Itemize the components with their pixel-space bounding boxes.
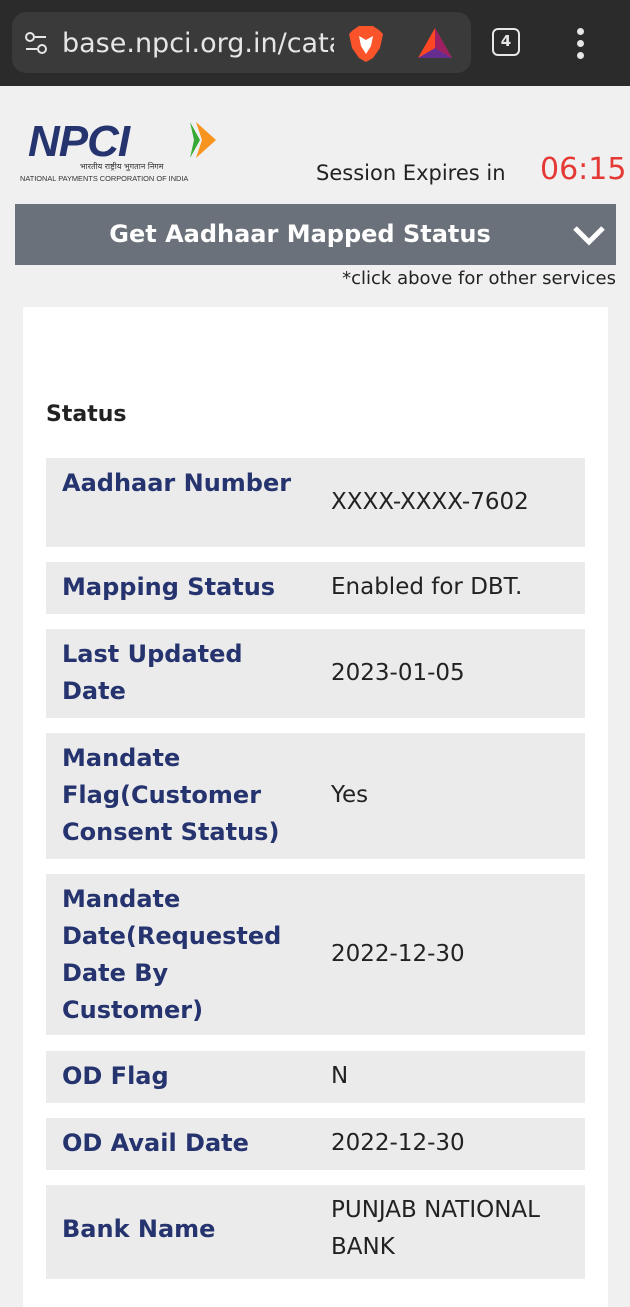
table-row: Last Updated Date 2023-01-05: [46, 629, 585, 718]
site-settings-icon[interactable]: [24, 31, 48, 55]
status-heading: Status: [46, 402, 127, 427]
row-value: Yes: [331, 782, 369, 808]
row-label: Bank Name: [62, 1215, 216, 1243]
row-value: XXXX-XXXX-7602: [331, 489, 529, 515]
row-label: Last Updated Date: [62, 640, 243, 705]
chevron-down-icon: [573, 226, 605, 246]
row-value: 2022-12-30: [331, 1130, 465, 1156]
status-card: Status Aadhaar Number XXXX-XXXX-7602 Map…: [23, 307, 608, 1307]
row-value: 2022-12-30: [331, 941, 465, 967]
service-title: Get Aadhaar Mapped Status: [109, 220, 491, 248]
more-menu-icon[interactable]: [572, 28, 588, 59]
brave-shield-icon[interactable]: [347, 24, 385, 64]
row-label: Mapping Status: [62, 573, 276, 601]
table-row: Mandate Flag(Customer Consent Status) Ye…: [46, 733, 585, 859]
row-value: N: [331, 1063, 349, 1089]
page-content: NPCI भारतीय राष्ट्रीय भुगतान निगम NATION…: [0, 86, 630, 1307]
svg-text:भारतीय राष्ट्रीय भुगतान निगम: भारतीय राष्ट्रीय भुगतान निगम: [80, 161, 164, 172]
row-label: Mandate Date(Requested Date By Customer): [62, 885, 282, 1024]
row-value: PUNJAB NATIONAL BANK: [331, 1197, 540, 1260]
service-hint: *click above for other services: [342, 268, 616, 289]
tab-switcher-button[interactable]: 4: [492, 28, 520, 56]
table-row: OD Avail Date 2022-12-30: [46, 1118, 585, 1170]
table-row: Aadhaar Number XXXX-XXXX-7602: [46, 458, 585, 547]
brave-rewards-icon[interactable]: [416, 26, 454, 60]
session-expiry-label: Session Expires in: [316, 161, 506, 185]
browser-toolbar: base.npci.org.in/catalo 4: [0, 0, 630, 86]
row-value: Enabled for DBT.: [331, 574, 523, 600]
table-row: Mapping Status Enabled for DBT.: [46, 562, 585, 614]
svg-text:NPCI: NPCI: [28, 118, 131, 166]
svg-text:NATIONAL PAYMENTS CORPORATION: NATIONAL PAYMENTS CORPORATION OF INDIA: [20, 174, 188, 183]
table-row: Mandate Date(Requested Date By Customer)…: [46, 874, 585, 1035]
service-dropdown[interactable]: Get Aadhaar Mapped Status: [15, 204, 616, 265]
npci-logo: NPCI भारतीय राष्ट्रीय भुगतान निगम NATION…: [20, 118, 216, 183]
row-value: 2023-01-05: [331, 660, 465, 686]
session-timer: 06:15: [540, 152, 627, 187]
url-text[interactable]: base.npci.org.in/catalo: [62, 26, 334, 62]
table-row: OD Flag N: [46, 1051, 585, 1103]
row-label: Mandate Flag(Customer Consent Status): [62, 744, 280, 846]
table-row: Bank Name PUNJAB NATIONAL BANK: [46, 1185, 585, 1279]
row-label: OD Avail Date: [62, 1129, 249, 1157]
row-label: Aadhaar Number: [62, 469, 292, 497]
row-label: OD Flag: [62, 1062, 169, 1090]
